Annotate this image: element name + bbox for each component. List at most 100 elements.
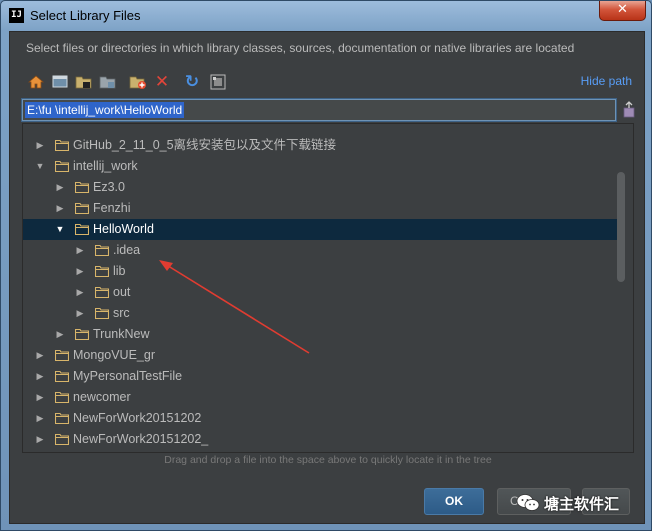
folder-icon bbox=[55, 350, 69, 361]
tree-row[interactable]: ▶ NewForWork20151202 bbox=[23, 408, 619, 429]
history-icon bbox=[623, 101, 635, 118]
tree-row-label: newcomer bbox=[73, 390, 131, 404]
collapsed-arrow-icon[interactable]: ▶ bbox=[54, 324, 66, 345]
collapsed-arrow-icon[interactable]: ▶ bbox=[34, 135, 46, 156]
show-hidden-button[interactable] bbox=[208, 72, 228, 92]
folder-icon bbox=[95, 308, 109, 319]
collapsed-arrow-icon[interactable]: ▶ bbox=[34, 366, 46, 387]
tree-row-label: intellij_work bbox=[73, 159, 138, 173]
tree-row[interactable]: ▶ GitHub_2_11_0_5离线安装包以及文件下载链接 bbox=[23, 135, 619, 156]
close-icon: ✕ bbox=[617, 2, 628, 17]
dialog-content: Select files or directories in which lib… bbox=[9, 31, 645, 524]
tree-row[interactable]: ▶ src bbox=[23, 303, 619, 324]
module-icon bbox=[99, 76, 116, 89]
collapsed-arrow-icon[interactable]: ▶ bbox=[74, 303, 86, 324]
tree-row-label: Fenzhi bbox=[93, 201, 131, 215]
folder-icon bbox=[55, 371, 69, 382]
tree-row[interactable]: ▶ lib bbox=[23, 261, 619, 282]
tree-row-label: MyPersonalTestFile bbox=[73, 369, 183, 383]
path-history-button[interactable] bbox=[622, 100, 636, 120]
collapsed-arrow-icon[interactable]: ▶ bbox=[34, 429, 46, 450]
folder-icon bbox=[55, 413, 69, 424]
module-button[interactable] bbox=[98, 72, 118, 92]
tree-row[interactable]: ▶ MongoVUE_gr bbox=[23, 345, 619, 366]
tree-row-label: NewForWork20151202 bbox=[73, 411, 202, 425]
dialog-window: IJ Select Library Files ✕ Select files o… bbox=[0, 0, 652, 531]
project-button[interactable] bbox=[74, 72, 94, 92]
tree-row-label: GitHub_2_11_0_5离线安装包以及文件下载链接 bbox=[73, 138, 337, 152]
collapsed-arrow-icon[interactable]: ▶ bbox=[34, 450, 46, 452]
collapsed-arrow-icon[interactable]: ▶ bbox=[54, 198, 66, 219]
window-title: Select Library Files bbox=[30, 8, 141, 23]
tree-row-label: TrunkNew bbox=[93, 327, 150, 341]
title-bar[interactable]: IJ Select Library Files ✕ bbox=[1, 1, 651, 31]
refresh-button[interactable]: ↻ bbox=[182, 72, 202, 92]
ok-button[interactable]: OK bbox=[424, 488, 484, 515]
show-hidden-icon bbox=[210, 74, 226, 90]
tree-row-label: HelloWorld bbox=[93, 222, 154, 236]
wechat-icon bbox=[516, 494, 540, 511]
folder-icon bbox=[55, 161, 69, 172]
home-icon bbox=[27, 75, 45, 89]
path-input-value: E:\fu \intellij_work\HelloWorld bbox=[25, 102, 185, 118]
tree-row[interactable]: ▶ MyPersonalTestFile bbox=[23, 366, 619, 387]
folder-icon bbox=[95, 245, 109, 256]
watermark-text: 塘主软件汇 bbox=[544, 494, 620, 513]
tree-row[interactable]: ▶ TrunkNew bbox=[23, 324, 619, 345]
new-folder-button[interactable] bbox=[128, 72, 148, 92]
tree-row[interactable]: ▶ out bbox=[23, 282, 619, 303]
folder-icon bbox=[75, 182, 89, 193]
tree-row-label: Ez3.0 bbox=[93, 180, 125, 194]
expanded-arrow-icon[interactable]: ▼ bbox=[34, 156, 46, 177]
folder-icon bbox=[55, 434, 69, 445]
folder-icon bbox=[95, 287, 109, 298]
desktop-icon bbox=[52, 75, 68, 88]
new-folder-icon bbox=[129, 76, 146, 89]
collapsed-arrow-icon[interactable]: ▶ bbox=[34, 408, 46, 429]
tree-row[interactable]: ▶ Fenzhi bbox=[23, 198, 619, 219]
dialog-description: Select files or directories in which lib… bbox=[26, 41, 575, 55]
close-button[interactable]: ✕ bbox=[599, 1, 646, 21]
tree-row[interactable]: ▶ NewForWork20151202_ bbox=[23, 429, 619, 450]
path-field[interactable]: E:\fu \intellij_work\HelloWorld bbox=[22, 99, 616, 121]
tree-row[interactable]: ▶ Ez3.0 bbox=[23, 177, 619, 198]
desktop-button[interactable] bbox=[50, 72, 70, 92]
tree-row-label: Repositories bbox=[73, 450, 142, 452]
collapsed-arrow-icon[interactable]: ▶ bbox=[74, 240, 86, 261]
tree-row-label: .idea bbox=[113, 243, 141, 257]
watermark: 塘主软件汇 bbox=[516, 490, 619, 516]
delete-button[interactable]: ✕ bbox=[152, 72, 172, 92]
folder-icon bbox=[75, 203, 89, 214]
drag-drop-hint: Drag and drop a file into the space abov… bbox=[164, 454, 492, 466]
collapsed-arrow-icon[interactable]: ▶ bbox=[74, 261, 86, 282]
file-chooser-toolbar: ✕ ↻ bbox=[26, 72, 256, 92]
folder-icon bbox=[55, 392, 69, 403]
tree-scrollbar[interactable] bbox=[617, 172, 625, 282]
tree-row-label: src bbox=[113, 306, 130, 320]
project-icon bbox=[75, 76, 92, 89]
delete-icon: ✕ bbox=[154, 72, 170, 92]
tree-row[interactable]: ▶ Repositories bbox=[23, 450, 619, 452]
tree-row-label: out bbox=[113, 285, 131, 299]
intellij-icon: IJ bbox=[9, 8, 24, 23]
tree-row[interactable]: ▶ newcomer bbox=[23, 387, 619, 408]
tree-row-label: lib bbox=[113, 264, 126, 278]
collapsed-arrow-icon[interactable]: ▶ bbox=[74, 282, 86, 303]
collapsed-arrow-icon[interactable]: ▶ bbox=[34, 387, 46, 408]
folder-icon bbox=[55, 140, 69, 151]
folder-icon bbox=[75, 329, 89, 340]
refresh-icon: ↻ bbox=[184, 72, 200, 92]
home-button[interactable] bbox=[26, 72, 46, 92]
tree-row[interactable]: ▶ .idea bbox=[23, 240, 619, 261]
tree-row-label: MongoVUE_gr bbox=[73, 348, 155, 362]
hide-path-link[interactable]: Hide path bbox=[581, 74, 632, 88]
tree-row[interactable]: ▼ HelloWorld bbox=[23, 219, 619, 240]
expanded-arrow-icon[interactable]: ▼ bbox=[54, 219, 66, 240]
folder-icon bbox=[75, 224, 89, 235]
collapsed-arrow-icon[interactable]: ▶ bbox=[34, 345, 46, 366]
tree-row[interactable]: ▼ intellij_work bbox=[23, 156, 619, 177]
folder-icon bbox=[95, 266, 109, 277]
file-tree[interactable]: ▶ GitHub_2_11_0_5离线安装包以及文件下载链接 ▼ intellij_w… bbox=[22, 123, 634, 453]
collapsed-arrow-icon[interactable]: ▶ bbox=[54, 177, 66, 198]
tree-row-label: NewForWork20151202_ bbox=[73, 432, 209, 446]
